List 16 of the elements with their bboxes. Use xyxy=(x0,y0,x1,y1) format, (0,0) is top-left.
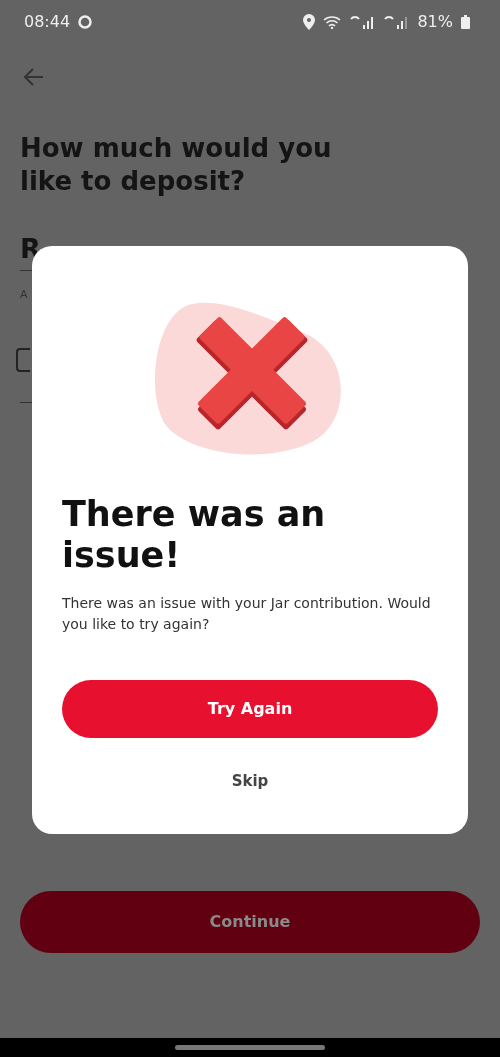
battery-icon xyxy=(461,15,470,29)
dialog-title: There was an issue! xyxy=(62,494,327,577)
battery-percent: 81% xyxy=(417,11,453,33)
wifi-icon xyxy=(323,15,342,29)
status-time: 08:44 xyxy=(24,11,71,33)
continue-button[interactable]: Continue xyxy=(20,890,480,953)
signal-icon xyxy=(349,15,376,29)
home-handle[interactable] xyxy=(175,1045,325,1050)
page-title: How much would you like to deposit? xyxy=(20,132,333,197)
dialog-message: There was an issue with your Jar contribution. Would you like to try again? xyxy=(62,593,432,635)
location-icon xyxy=(303,14,316,30)
back-icon[interactable] xyxy=(24,67,44,86)
notification-icon xyxy=(78,15,93,29)
try-again-button[interactable]: Try Again xyxy=(62,679,438,738)
signal-icon xyxy=(383,15,410,29)
skip-button[interactable]: Skip xyxy=(221,765,279,797)
